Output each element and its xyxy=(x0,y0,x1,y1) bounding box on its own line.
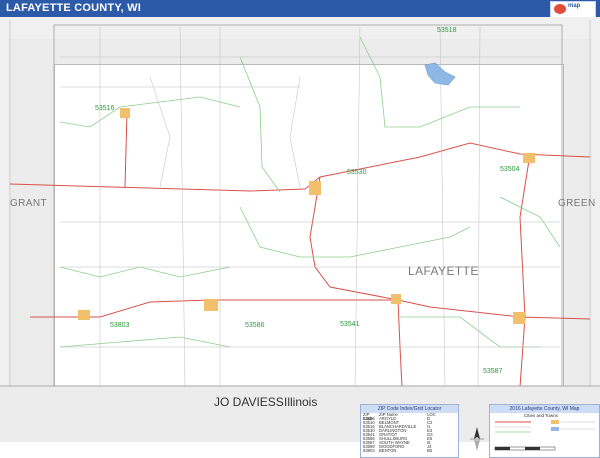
west-neighbor: GRANT xyxy=(10,198,47,209)
zip-label: 53587 xyxy=(483,368,503,375)
brand-logo: map xyxy=(550,1,596,18)
legend-row: 53803 BENTON B5 xyxy=(363,448,433,453)
map-info-box: 2016 Lafayette County, WI Map Cities and… xyxy=(489,404,600,458)
north-arrow-icon xyxy=(470,427,484,451)
map-linework xyxy=(0,20,600,442)
map-poster: LAFAYETTE COUNTY, WI map LAFAYETTE GRANT… xyxy=(0,0,600,458)
south-state: Illinois xyxy=(284,395,318,409)
zip-label: 53541 xyxy=(340,321,360,328)
info-legend-symbols xyxy=(494,420,595,451)
zip-label: 53504 xyxy=(500,166,520,173)
map-outer: LAFAYETTE GRANT GREEN JO DAVIESS Illinoi… xyxy=(0,17,600,458)
info-subtitle: Cities and Towns xyxy=(524,413,558,418)
zip-label: 53803 xyxy=(110,322,130,329)
zip-label: 53530 xyxy=(347,169,367,176)
logo-text: map xyxy=(568,3,581,9)
logo-mark-icon xyxy=(554,4,566,14)
east-neighbor: GREEN xyxy=(558,198,596,209)
zip-label: 53518 xyxy=(437,27,457,34)
zip-index-legend: ZIP Code Index/Grid Locator ZIP Code ZIP… xyxy=(360,404,459,458)
map-title: LAFAYETTE COUNTY, WI xyxy=(6,2,141,14)
zip-label: 53516 xyxy=(95,105,115,112)
south-county: JO DAVIESS xyxy=(214,395,284,409)
legend-title: ZIP Code Index/Grid Locator xyxy=(361,405,458,413)
title-bar: LAFAYETTE COUNTY, WI map xyxy=(0,0,600,18)
zip-label: 53586 xyxy=(245,322,265,329)
info-title: 2016 Lafayette County, WI Map xyxy=(490,405,599,413)
county-name: LAFAYETTE xyxy=(408,264,479,278)
